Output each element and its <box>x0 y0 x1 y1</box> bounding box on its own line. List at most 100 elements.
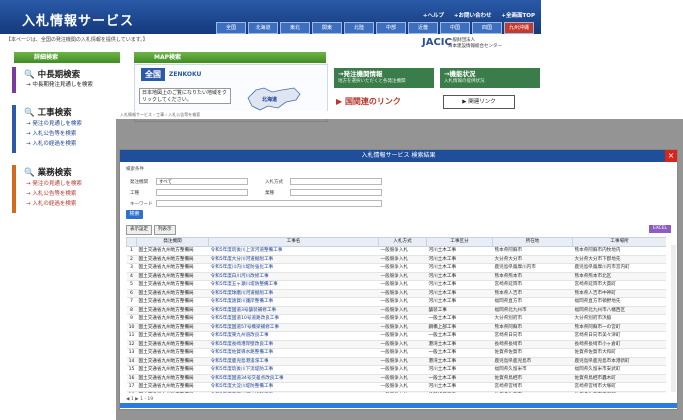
table-row[interactable]: 16 国土交通省九州地方整備局 令和5年度国道34号交差点改良工事 一般競争入札 一般土… <box>126 374 666 383</box>
region-tab[interactable]: 近畿 <box>408 22 438 34</box>
column-header[interactable]: 所在地 <box>492 237 573 247</box>
field-label: キーワード <box>130 202 153 207</box>
link-midterm-outlook[interactable]: → 中長期発注見通しを検索 <box>26 81 93 90</box>
table-row[interactable]: 17 国土交通省九州地方整備局 令和5年度大淀川堤防整備工事 一般競争入札 河川土木工事… <box>126 382 666 392</box>
table-cell: 宮崎県延岡市 <box>492 280 573 290</box>
type-select[interactable] <box>156 189 248 196</box>
column-header[interactable] <box>126 237 137 247</box>
region-tab[interactable]: 関東 <box>312 22 342 34</box>
region-tab[interactable]: 東北 <box>280 22 310 34</box>
table-row[interactable]: 14 国土交通省九州地方整備局 令和5年度鹿児島港浚渫工事 一般競争入札 港湾土木工事鹿… <box>126 357 666 366</box>
table-cell: 令和5年度筑後川上流河道整備工事 <box>208 246 379 256</box>
table-cell: 宮崎県宮崎市大塚町 <box>572 382 666 392</box>
map-search-header: MAP検索 <box>134 52 326 63</box>
table-row[interactable]: 5 国土交通省九州地方整備局 令和5年度五ヶ瀬川堤防整備工事 一般競争入札 河川土木工事… <box>126 280 666 290</box>
column-header[interactable]: 工事場所 <box>572 237 666 247</box>
modal-title: 入札情報サービス 検索結果 <box>120 150 677 162</box>
table-cell: 一般土木工事 <box>426 331 493 341</box>
table-cell: 熊本県阿蘇市一の宮町 <box>572 323 666 332</box>
zenkoku-button[interactable]: 全国 <box>141 68 165 81</box>
national-links-title: ▶ 国関連のリンク <box>336 97 401 106</box>
promo-operation-status[interactable]: →機能状況 入札情報の提供状況 <box>440 68 540 88</box>
link-construction-result[interactable]: → 入札の経過を検索 <box>26 140 76 149</box>
table-cell: 5 <box>126 280 137 290</box>
link-construction-outlook[interactable]: → 発注の見通しを検索 <box>26 120 82 129</box>
blank-area <box>541 0 683 119</box>
method-select[interactable] <box>290 178 382 185</box>
region-tab[interactable]: 全国 <box>216 22 246 34</box>
magnifier-icon: 🔍 <box>24 168 35 178</box>
home-link[interactable]: +全画面TOP <box>501 13 535 19</box>
display-settings-button[interactable]: 表示設定 <box>126 225 152 235</box>
keyword-input[interactable] <box>156 200 382 207</box>
pagination[interactable]: ◀ 1 ▶ 1 - 19 <box>126 397 153 402</box>
table-cell: 一般競争入札 <box>378 289 427 298</box>
region-tab-active[interactable]: 九州沖縄 <box>504 22 534 34</box>
field-label: 業種 <box>265 191 274 196</box>
table-cell: 一般競争入札 <box>378 391 427 393</box>
region-tab[interactable]: 中国 <box>440 22 470 34</box>
table-cell: 国土交通省九州地方整備局 <box>136 306 209 315</box>
table-row[interactable]: 9 国土交通省九州地方整備局 令和5年度国道10号道路改良工事 一般競争入札 一般土木工… <box>126 314 666 324</box>
search-button[interactable]: 検索 <box>126 210 143 219</box>
table-row[interactable]: 8 国土交通省九州地方整備局 令和5年度国道3号舗装補修工事 一般競争入札 舗装工事 福岡… <box>126 306 666 315</box>
table-cell: 11 <box>126 331 137 341</box>
table-row[interactable]: 12 国土交通省九州地方整備局 令和5年度長崎港岸壁改良工事 一般競争入札 港湾土木工事… <box>126 340 666 349</box>
industry-select[interactable] <box>290 189 382 196</box>
table-row[interactable]: 2 国土交通省九州地方整備局 令和5年度大分川河道掘削工事 一般競争入札 河川土木工事大… <box>126 255 666 264</box>
table-cell: 2 <box>126 255 137 264</box>
region-tab[interactable]: 中部 <box>376 22 406 34</box>
table-row[interactable]: 10 国土交通省九州地方整備局 令和5年度国道57号橋梁補修工事 一般競争入札 鋼橋上部… <box>126 323 666 332</box>
column-header[interactable]: 入札方式 <box>378 237 427 247</box>
table-row[interactable]: 11 国土交通省九州地方整備局 令和5年度東九州道改良工事 一般競争入札 一般土木工事宮… <box>126 331 666 341</box>
magnifier-icon: 🔍 <box>24 70 35 80</box>
table-cell: 令和5年度長崎港岸壁改良工事 <box>208 340 379 349</box>
column-display-button[interactable]: 列表示 <box>154 225 176 235</box>
breadcrumb: 入札情報サービス › 工事 › 入札公告等を検索 <box>116 111 546 119</box>
excel-export-button[interactable]: EXCEL <box>649 225 671 233</box>
link-construction-notice[interactable]: → 入札公告等を検索 <box>26 130 76 139</box>
table-cell: 熊本県阿蘇市 <box>492 323 573 332</box>
table-row[interactable]: 7 国土交通省九州地方整備局 令和5年度遠賀川護岸整備工事 一般競争入札 河川土木工事福… <box>126 297 666 307</box>
contact-link[interactable]: +お問い合わせ <box>454 13 492 19</box>
column-header[interactable]: 工事名 <box>208 237 379 247</box>
table-cell: 佐賀県佐賀市大和町 <box>572 348 666 358</box>
column-header[interactable]: 発注機関 <box>136 237 209 247</box>
column-header[interactable]: 工事区分 <box>426 237 493 247</box>
region-tab[interactable]: 北海道 <box>248 22 278 34</box>
hokkaido-label[interactable]: 北海道 <box>262 96 277 103</box>
table-row[interactable]: 3 国土交通省九州地方整備局 令和5年度川内川堤防強化工事 一般競争入札 河川土木工事鹿… <box>126 263 666 273</box>
table-cell: 福岡県直方市頓野地先 <box>572 297 666 307</box>
table-row[interactable]: 13 国土交通省九州地方整備局 令和5年度佐賀導水路整備工事 一般競争入札 一般土木工事… <box>126 348 666 358</box>
close-icon[interactable]: × <box>665 150 677 162</box>
table-cell: 熊本県熊本市北区 <box>572 272 666 281</box>
promo-agency-info[interactable]: →発注機関情報 地方を選択いただくと各発注機関 <box>334 68 434 88</box>
table-scrollbar[interactable] <box>671 245 676 392</box>
table-cell: 河川土木工事 <box>426 246 493 256</box>
link-service-notice[interactable]: → 入札公告等を検索 <box>26 190 76 199</box>
table-row[interactable]: 4 国土交通省九州地方整備局 令和5年度白川河川改修工事 一般競争入札 河川土木工事 熊本… <box>126 272 666 281</box>
table-cell: 河川土木工事 <box>426 297 493 307</box>
related-links-button[interactable]: ▶ 関連リンク <box>443 95 515 109</box>
table-row[interactable]: 15 国土交通省九州地方整備局 令和5年度筑後川下流堤防工事 一般競争入札 河川土木工事… <box>126 365 666 375</box>
help-link[interactable]: +ヘルプ <box>423 13 444 19</box>
region-tab[interactable]: 四国 <box>472 22 502 34</box>
table-cell: 国土交通省九州地方整備局 <box>136 382 209 392</box>
table-cell: 熊本県阿蘇市 <box>492 246 573 256</box>
link-service-result[interactable]: → 入札の経過を検索 <box>26 200 76 209</box>
table-cell: 熊本県人吉市 <box>492 289 573 298</box>
region-tab[interactable]: 北陸 <box>344 22 374 34</box>
agency-select[interactable]: すべて <box>156 178 248 185</box>
table-cell: 一般競争入札 <box>378 323 427 332</box>
table-row[interactable]: 6 国土交通省九州地方整備局 令和5年度球磨川河道掘削工事 一般競争入札 河川土木工事熊… <box>126 289 666 298</box>
link-service-outlook[interactable]: → 発注の見通しを検索 <box>26 180 82 189</box>
table-row[interactable]: 1 国土交通省九州地方整備局 令和5年度筑後川上流河道整備工事 一般競争入札 河川土木工… <box>126 246 666 256</box>
table-cell: 河川土木工事 <box>426 382 493 392</box>
table-cell: 国土交通省九州地方整備局 <box>136 297 209 307</box>
table-row[interactable]: 18国土交通省九州地方整備局令和5年度嘉瀬川河川維持工事一般競争入札維持修繕工事… <box>126 391 666 393</box>
site-logo[interactable]: 入札情報サービス <box>22 10 134 29</box>
table-cell: 令和5年度遠賀川護岸整備工事 <box>208 297 379 307</box>
table-cell: 大分県大分市 <box>492 255 573 264</box>
table-cell: 一般土木工事 <box>426 374 493 383</box>
field-label: 発注機関 <box>130 180 148 185</box>
